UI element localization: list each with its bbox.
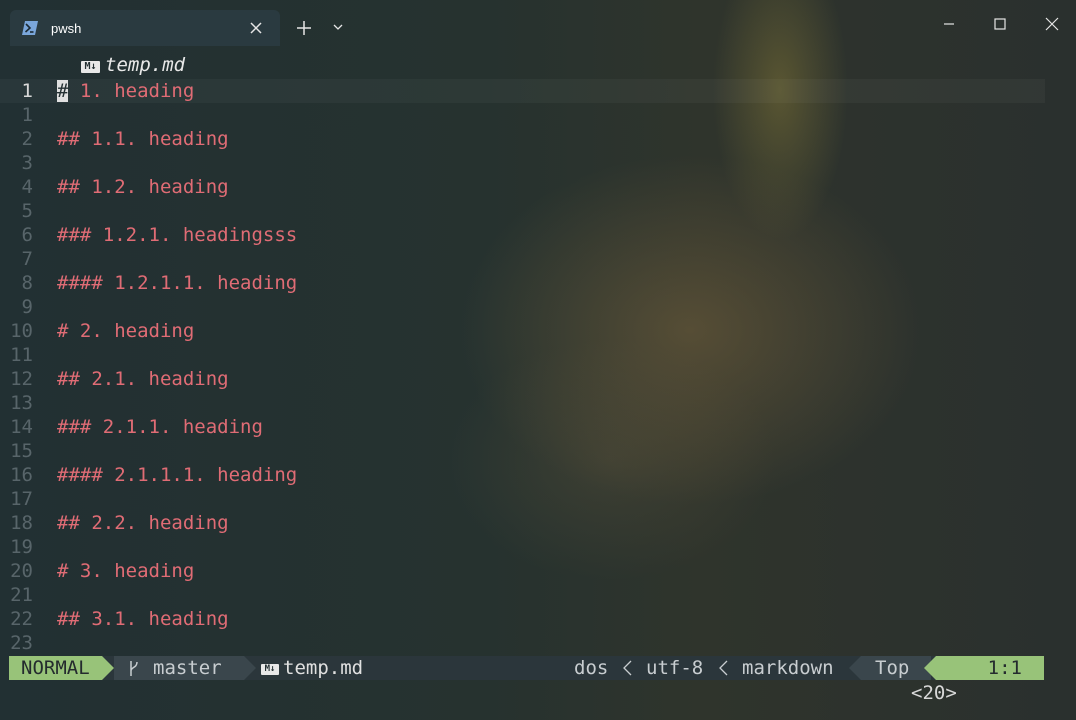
line-text[interactable]: #### 1.2.1.1. heading — [57, 271, 297, 295]
buffer-line[interactable]: 15 — [0, 439, 1076, 463]
file-type: markdown — [742, 657, 834, 679]
buffer-line[interactable]: 18 ## 2.2. heading — [0, 511, 1076, 535]
line-text[interactable]: ## 2.1. heading — [57, 367, 229, 391]
buffer-line[interactable]: 6 ### 1.2.1. headingsss — [0, 223, 1076, 247]
line-number: 4 — [21, 176, 33, 198]
line-number: 15 — [10, 440, 33, 462]
line-number: 1 — [21, 80, 33, 102]
new-tab-icon[interactable] — [294, 18, 314, 38]
line-number: 14 — [10, 416, 33, 438]
separator-icon — [623, 660, 632, 676]
buffer-line[interactable]: 16 #### 2.1.1.1. heading — [0, 463, 1076, 487]
status-line: NORMAL master M↓ temp.md dos utf-8 markdo… — [9, 656, 1044, 680]
git-branch-segment: master — [114, 656, 256, 680]
line-text[interactable]: ### 2.1.1. heading — [57, 415, 263, 439]
maximize-icon[interactable] — [990, 14, 1010, 34]
line-number: 23 — [10, 632, 33, 654]
line-number: 9 — [21, 296, 33, 318]
line-number: 11 — [10, 344, 33, 366]
line-text[interactable]: ### 1.2.1. headingsss — [57, 223, 297, 247]
line-number: 13 — [10, 392, 33, 414]
line-number: 20 — [10, 560, 33, 582]
line-text[interactable]: #### 2.1.1.1. heading — [57, 463, 297, 487]
line-number: 10 — [10, 320, 33, 342]
line-number: 17 — [10, 488, 33, 510]
line-number: 5 — [21, 200, 33, 222]
line-text[interactable]: # 2. heading — [57, 319, 194, 343]
line-number: 6 — [21, 224, 33, 246]
buffer-line[interactable]: 17 — [0, 487, 1076, 511]
statusline-filename: temp.md — [283, 657, 364, 679]
markdown-icon: M↓ — [261, 664, 279, 675]
tab-title: pwsh — [51, 21, 82, 36]
tab-pwsh[interactable]: pwsh — [10, 10, 280, 46]
buffer-line[interactable]: 4 ## 1.2. heading — [0, 175, 1076, 199]
buffer-line[interactable]: 13 — [0, 391, 1076, 415]
buffer-line[interactable]: 9 — [0, 295, 1076, 319]
close-tab-icon[interactable] — [248, 20, 264, 36]
buffer-line[interactable]: 7 — [0, 247, 1076, 271]
line-number: 12 — [10, 368, 33, 390]
buffer-line[interactable]: 3 — [0, 151, 1076, 175]
command-line: <20> — [911, 682, 957, 704]
git-branch-icon — [130, 661, 138, 676]
buffer-line[interactable]: 8 #### 1.2.1.1. heading — [0, 271, 1076, 295]
buffer-line[interactable]: 5 — [0, 199, 1076, 223]
line-number: 19 — [10, 536, 33, 558]
branch-name: master — [153, 657, 222, 679]
line-number: 21 — [10, 584, 33, 606]
chevron-down-icon[interactable] — [331, 20, 345, 34]
close-icon[interactable] — [1042, 14, 1062, 34]
title-bar: pwsh — [0, 0, 1076, 46]
line-number: 8 — [21, 272, 33, 294]
buffer-line[interactable]: 1 — [0, 103, 1076, 127]
line-number: 2 — [21, 128, 33, 150]
minimize-icon[interactable] — [939, 14, 959, 34]
separator-icon — [719, 660, 728, 676]
line-text[interactable]: ## 3.1. heading — [57, 607, 229, 631]
line-number: 7 — [21, 248, 33, 270]
text-cursor: # — [57, 80, 69, 102]
buffer-line[interactable]: 23 — [0, 631, 1076, 655]
line-number: 3 — [21, 152, 33, 174]
line-text[interactable]: # 1. heading — [57, 79, 194, 103]
line-text[interactable]: ## 1.2. heading — [57, 175, 229, 199]
powershell-icon — [22, 21, 38, 35]
line-number: 18 — [10, 512, 33, 534]
file-encoding: utf-8 — [646, 657, 704, 679]
file-format: dos — [574, 657, 609, 679]
line-text[interactable]: ## 2.2. heading — [57, 511, 229, 535]
buffer-line[interactable]: 2 ## 1.1. heading — [0, 127, 1076, 151]
buffer-line[interactable]: 10 # 2. heading — [0, 319, 1076, 343]
buffer-line[interactable]: 22 ## 3.1. heading — [0, 607, 1076, 631]
buffer-line[interactable]: 14 ### 2.1.1. heading — [0, 415, 1076, 439]
line-number: 16 — [10, 464, 33, 486]
markdown-icon: M↓ — [81, 61, 100, 73]
statusline-file: M↓ temp.md — [261, 656, 363, 680]
line-text[interactable]: # 3. heading — [57, 559, 194, 583]
buffer-line[interactable]: 1 # 1. heading — [0, 79, 1045, 103]
winbar-filename-text: temp.md — [105, 54, 186, 76]
line-text[interactable]: ## 1.1. heading — [57, 127, 229, 151]
buffer-line[interactable]: 21 — [0, 583, 1076, 607]
line-number: 1 — [21, 104, 33, 126]
buffer-line[interactable]: 20 # 3. heading — [0, 559, 1076, 583]
cursor-position: 1:1 — [924, 656, 1044, 680]
line-number: 22 — [10, 608, 33, 630]
editor-pane[interactable]: M↓ temp.md 1 # 1. heading 1 2 ## 1.1. heading… — [0, 46, 1076, 654]
winbar-filename: M↓ temp.md — [81, 54, 185, 76]
buffer-line[interactable]: 19 — [0, 535, 1076, 559]
buffer-line[interactable]: 12 ## 2.1. heading — [0, 367, 1076, 391]
buffer-line[interactable]: 11 — [0, 343, 1076, 367]
scroll-position: Top — [849, 656, 931, 680]
mode-indicator: NORMAL — [9, 656, 114, 680]
